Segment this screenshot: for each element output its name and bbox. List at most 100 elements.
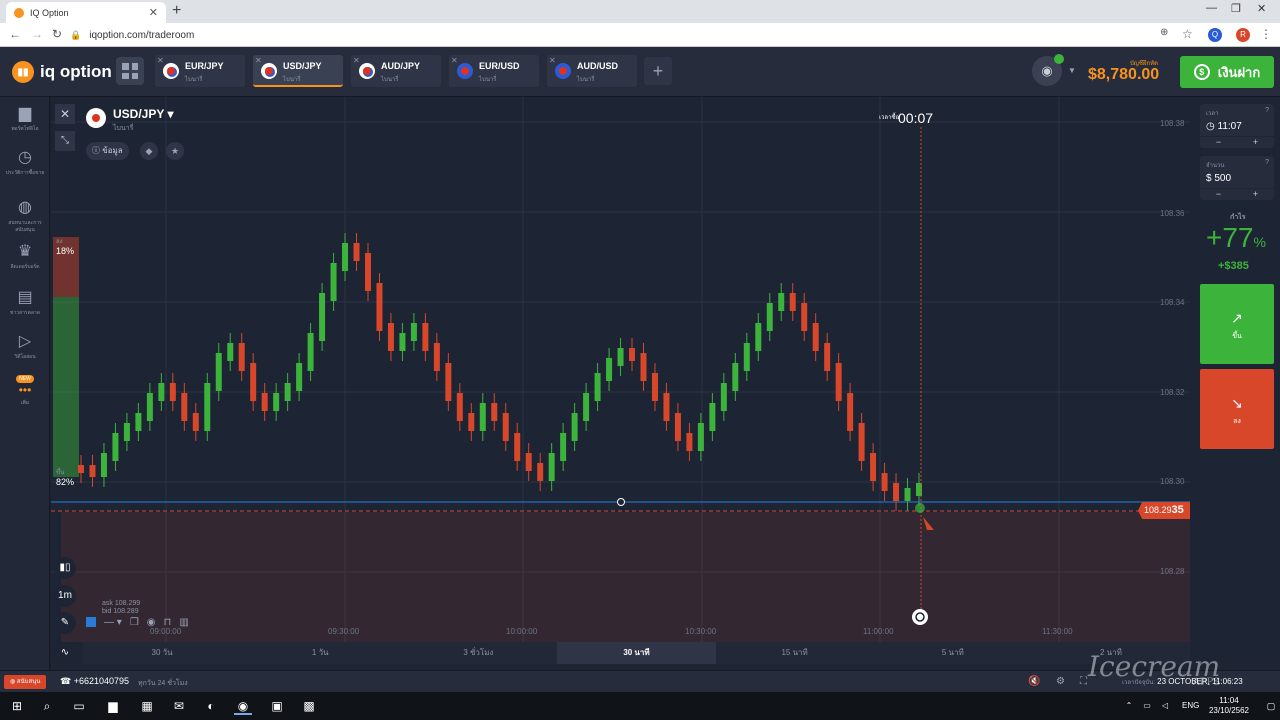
period-30d[interactable]: 30 วัน (83, 642, 241, 664)
copy-icon[interactable]: ❐ (130, 617, 139, 628)
close-asset-icon[interactable]: ✕ (255, 56, 262, 65)
store-icon[interactable]: ▦ (138, 697, 156, 715)
back-icon[interactable]: ← (9, 27, 21, 41)
close-window-icon[interactable]: ✕ (1257, 2, 1266, 15)
add-asset-button[interactable]: + (644, 57, 672, 85)
close-asset-icon[interactable]: ✕ (353, 56, 360, 65)
period-1d[interactable]: 1 วัน (241, 642, 399, 664)
windows-start-icon[interactable]: ⊞ (8, 697, 26, 715)
help-icon[interactable]: ? (1265, 107, 1269, 114)
indicator-button[interactable]: ∿ (54, 642, 76, 664)
deposit-button[interactable]: $ เงินฝาก (1180, 56, 1274, 88)
plus-button[interactable]: + (1237, 137, 1274, 148)
layout-grid-button[interactable] (116, 57, 144, 85)
candle-body (789, 293, 796, 311)
volume-icon[interactable]: ◁ (1156, 697, 1174, 715)
candle-body (227, 343, 234, 361)
period-30m[interactable]: 30 นาที (557, 642, 716, 664)
close-chart-button[interactable]: ✕ (55, 104, 75, 124)
file-explorer-icon[interactable]: ▆ (104, 697, 122, 715)
expiry-time-box[interactable]: เวลา ? ◷ 11:07 − + (1200, 104, 1274, 148)
recorder-icon[interactable]: ▩ (300, 697, 318, 715)
line-app-icon[interactable]: ▣ (268, 697, 286, 715)
asset-tab-audusd[interactable]: ✕ AUD/USD ไบนารี่ (547, 55, 637, 87)
reload-icon[interactable]: ↻ (52, 27, 62, 41)
sidebar-item-news[interactable]: ▤ ข่าวสารตลาด (0, 287, 50, 317)
minus-button[interactable]: − (1200, 137, 1237, 148)
asset-tab-usdjpy[interactable]: ✕ USD/JPY ไบนารี่ (253, 55, 343, 87)
close-asset-icon[interactable]: ✕ (451, 56, 458, 65)
time-label: เวลา (1206, 111, 1219, 117)
chevron-down-icon[interactable]: ▼ (1068, 66, 1076, 75)
taskbar-clock[interactable]: 11:04 23/10/2562 (1200, 696, 1258, 716)
sidebar-item-portfolio[interactable]: ▆ พอร์ตโฟลิโอ (0, 103, 50, 133)
call-button[interactable]: ↗ ขึ้น (1200, 284, 1274, 364)
sidebar-item-leaderboard[interactable]: ♛ ลีดเดอร์บอร์ด (0, 241, 50, 271)
candle-type-button[interactable]: ▮▯ (54, 557, 76, 579)
iq-logo[interactable]: ▮▮ iq option (12, 61, 112, 83)
sidebar-item-video[interactable]: ▷ วิดีโอสอน (0, 331, 50, 361)
profile-avatar[interactable]: R (1236, 28, 1250, 42)
trophy-icon: ♛ (17, 243, 33, 260)
tray-up-icon[interactable]: ⌃ (1120, 697, 1138, 715)
forward-icon[interactable]: → (31, 27, 43, 41)
info-button[interactable]: ⓘ ข้อมูล (86, 142, 129, 160)
extension-icon[interactable]: Q (1208, 28, 1222, 42)
minus-button[interactable]: − (1200, 189, 1237, 200)
plus-button[interactable]: + (1237, 189, 1274, 200)
search-icon[interactable]: ⌕ (38, 697, 56, 715)
browser-menu-icon[interactable]: ⋮ (1260, 27, 1272, 41)
period-3h[interactable]: 3 ชั่วโมง (399, 642, 557, 664)
app-header: ▮▮ iq option ✕ EUR/JPY ไบนารี่ ✕ USD/JPY… (0, 47, 1280, 97)
translate-icon[interactable]: ⊕ (1160, 27, 1168, 38)
color-swatch[interactable] (86, 617, 96, 627)
close-asset-icon[interactable]: ✕ (549, 56, 556, 65)
notifications-icon[interactable]: ▢ (1262, 697, 1280, 715)
balance-value[interactable]: $8,780.00 (1088, 66, 1159, 84)
sidebar-item-chat[interactable]: ◍ สนทนาและการสนับสนุน (0, 197, 50, 234)
sentiment-up-bar (53, 297, 79, 477)
asset-tab-eurjpy[interactable]: ✕ EUR/JPY ไบนารี่ (155, 55, 245, 87)
unlock-icon[interactable]: ⊓ (164, 617, 172, 628)
draw-tool-button[interactable]: ✎ (54, 612, 76, 634)
shrink-chart-button[interactable]: ⤡ (55, 131, 75, 151)
minimize-icon[interactable]: — (1206, 2, 1217, 14)
close-asset-icon[interactable]: ✕ (157, 56, 164, 65)
support-button[interactable]: ◍ สนับสนุน (4, 675, 47, 689)
eye-icon[interactable]: ◉ (147, 617, 156, 628)
browser-tab[interactable]: IQ Option ✕ (6, 2, 166, 23)
bell-icon[interactable]: ◆ (140, 142, 158, 160)
camera-icon[interactable]: ◉ (1032, 54, 1064, 86)
edge-icon[interactable]: ◐ (202, 697, 220, 715)
mail-icon[interactable]: ✉ (170, 697, 188, 715)
mute-icon[interactable]: 🔇 (1028, 676, 1040, 687)
chrome-icon[interactable]: ◉ (234, 697, 252, 715)
line-style-icon[interactable]: — ▾ (104, 617, 122, 628)
settings-icon[interactable]: ⚙ (1056, 676, 1065, 687)
input-language[interactable]: ENG (1182, 701, 1199, 710)
network-icon[interactable]: ▭ (1138, 697, 1156, 715)
interval-button[interactable]: 1m (54, 585, 76, 607)
task-view-icon[interactable]: ▭ (70, 697, 88, 715)
new-tab-icon[interactable]: + (172, 2, 181, 20)
put-button[interactable]: ↘ ลง (1200, 369, 1274, 449)
close-tab-icon[interactable]: ✕ (149, 6, 158, 19)
asset-tab-audjpy[interactable]: ✕ AUD/JPY ไบนารี่ (351, 55, 441, 87)
sidebar-item-more[interactable]: NEW ••• เพิ่ม (0, 371, 50, 407)
help-icon[interactable]: ? (1265, 159, 1269, 166)
period-15m[interactable]: 15 นาที (716, 642, 874, 664)
phone-number[interactable]: ☎ +6621040795 (60, 676, 129, 687)
star-icon[interactable]: ★ (166, 142, 184, 160)
fullscreen-icon[interactable]: ⛶ (1080, 676, 1087, 687)
flag-icon (359, 63, 375, 79)
amount-box[interactable]: จำนวน ? $ 500 − + (1200, 156, 1274, 200)
url-field[interactable]: 🔒 iqoption.com/traderoom (70, 27, 1150, 43)
pair-selector[interactable]: USD/JPY ▾ (113, 107, 174, 121)
restore-icon[interactable]: ❐ (1231, 2, 1241, 15)
trash-icon[interactable]: ▥ (179, 617, 188, 628)
sidebar-item-history[interactable]: ◷ ประวัติการซื้อขาย (0, 147, 50, 177)
asset-tab-eurusd[interactable]: ✕ EUR/USD ไบนารี่ (449, 55, 539, 87)
bookmark-star-icon[interactable]: ☆ (1182, 27, 1193, 41)
period-5m[interactable]: 5 นาที (874, 642, 1032, 664)
price-chart[interactable] (51, 97, 1190, 670)
